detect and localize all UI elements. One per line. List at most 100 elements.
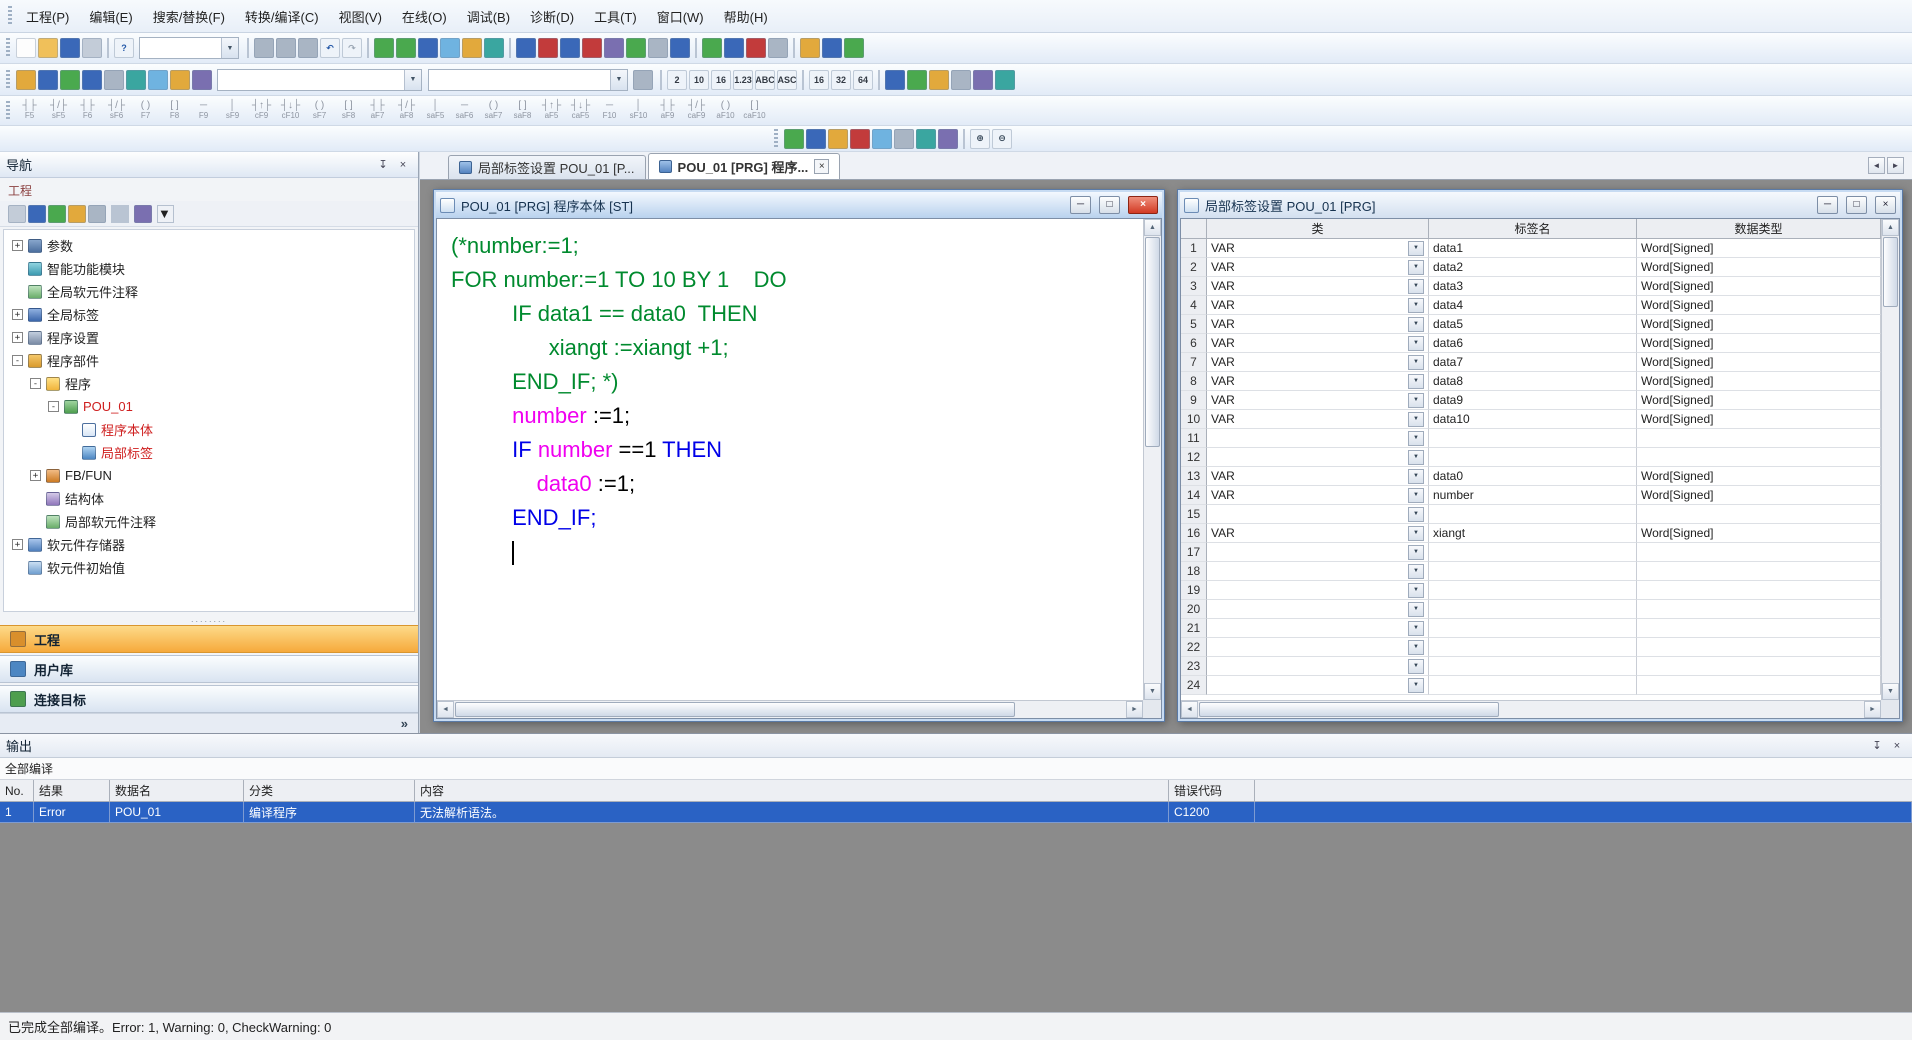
ladder-tool-button[interactable]: │ sF10 xyxy=(625,97,652,124)
ladder-tool-button[interactable]: ┤├ aF9 xyxy=(654,97,681,124)
toolbar-icon[interactable] xyxy=(374,38,394,58)
label-row[interactable]: 3 VAR ▼ data3 Word[Signed] xyxy=(1181,277,1881,296)
label-row[interactable]: 6 VAR ▼ data6 Word[Signed] xyxy=(1181,334,1881,353)
nav-tool-icon[interactable] xyxy=(88,205,106,223)
class-dropdown-button[interactable]: ▼ xyxy=(1408,621,1424,636)
ladder-tool-button[interactable]: ( ) aF10 xyxy=(712,97,739,124)
nav-tool-icon[interactable] xyxy=(48,205,66,223)
label-row[interactable]: 4 VAR ▼ data4 Word[Signed] xyxy=(1181,296,1881,315)
data-type-cell[interactable] xyxy=(1637,600,1881,619)
tab-close-icon[interactable]: × xyxy=(814,159,829,174)
scroll-right-icon[interactable]: ► xyxy=(1126,701,1143,718)
window-title-bar[interactable]: 局部标签设置 POU_01 [PRG] ─ □ × xyxy=(1180,192,1900,218)
tree-item[interactable]: + 程序设置 xyxy=(4,326,414,349)
label-name-cell[interactable]: data3 xyxy=(1429,277,1637,296)
data-type-cell[interactable]: Word[Signed] xyxy=(1637,277,1881,296)
chevron-down-icon[interactable]: ▼ xyxy=(404,70,421,90)
data-type-cell[interactable] xyxy=(1637,619,1881,638)
toolbar-grip[interactable] xyxy=(6,70,10,90)
ladder-tool-button[interactable]: ┤/├ caF9 xyxy=(683,97,710,124)
class-cell[interactable]: ▼ xyxy=(1207,638,1429,657)
ladder-tool-button[interactable]: ┤↑├ aF5 xyxy=(538,97,565,124)
toolbar-icon[interactable] xyxy=(82,70,102,90)
toolbar-icon[interactable] xyxy=(516,38,536,58)
label-name-cell[interactable] xyxy=(1429,562,1637,581)
class-dropdown-button[interactable]: ▼ xyxy=(1408,317,1424,332)
toolbar-icon[interactable] xyxy=(626,38,646,58)
class-dropdown-button[interactable]: ▼ xyxy=(1408,602,1424,617)
display-decimal-button[interactable]: 10 xyxy=(689,70,709,90)
label-name-cell[interactable] xyxy=(1429,429,1637,448)
window-title-bar[interactable]: POU_01 [PRG] 程序本体 [ST] ─ □ × xyxy=(436,192,1162,218)
data-type-cell[interactable]: Word[Signed] xyxy=(1637,372,1881,391)
tree-item[interactable]: - 程序 xyxy=(4,372,414,395)
ladder-tool-button[interactable]: ( ) F7 xyxy=(132,97,159,124)
class-dropdown-button[interactable]: ▼ xyxy=(1408,355,1424,370)
class-cell[interactable]: VAR ▼ xyxy=(1207,372,1429,391)
toolbar-combo[interactable]: ▼ xyxy=(428,69,628,91)
toolbar-combo[interactable]: ▼ xyxy=(217,69,422,91)
class-dropdown-button[interactable]: ▼ xyxy=(1408,279,1424,294)
close-button[interactable]: × xyxy=(1875,196,1896,214)
label-row[interactable]: 23 ▼ xyxy=(1181,657,1881,676)
class-cell[interactable]: ▼ xyxy=(1207,562,1429,581)
data-type-cell[interactable] xyxy=(1637,505,1881,524)
class-dropdown-button[interactable]: ▼ xyxy=(1408,260,1424,275)
toolbar-icon[interactable] xyxy=(170,70,190,90)
ladder-tool-button[interactable]: ┤↓├ cF10 xyxy=(277,97,304,124)
toolbar-combo[interactable]: ▼ xyxy=(139,37,239,59)
save-icon[interactable] xyxy=(60,38,80,58)
class-cell[interactable]: ▼ xyxy=(1207,448,1429,467)
tree-item[interactable]: + 全局标签 xyxy=(4,303,414,326)
scroll-right-icon[interactable]: ► xyxy=(1864,701,1881,718)
tree-item[interactable]: + 参数 xyxy=(4,234,414,257)
toolbar-icon[interactable] xyxy=(582,38,602,58)
grid-horizontal-scrollbar[interactable]: ◄ ► xyxy=(1181,700,1881,718)
class-cell[interactable]: VAR ▼ xyxy=(1207,391,1429,410)
ladder-tool-button[interactable]: │ sF9 xyxy=(219,97,246,124)
class-dropdown-button[interactable]: ▼ xyxy=(1408,374,1424,389)
maximize-button[interactable]: □ xyxy=(1846,196,1867,214)
toolbar-icon[interactable] xyxy=(440,38,460,58)
class-dropdown-button[interactable]: ▼ xyxy=(1408,659,1424,674)
toolbar-icon[interactable] xyxy=(192,70,212,90)
class-dropdown-button[interactable]: ▼ xyxy=(1408,431,1424,446)
ladder-tool-button[interactable]: ─ saF6 xyxy=(451,97,478,124)
label-name-cell[interactable]: data6 xyxy=(1429,334,1637,353)
label-row[interactable]: 9 VAR ▼ data9 Word[Signed] xyxy=(1181,391,1881,410)
nav-tool-icon[interactable] xyxy=(68,205,86,223)
toolbar-icon[interactable] xyxy=(822,38,842,58)
class-cell[interactable]: VAR ▼ xyxy=(1207,486,1429,505)
toolbar-icon[interactable] xyxy=(396,38,416,58)
class-dropdown-button[interactable]: ▼ xyxy=(1408,564,1424,579)
tree-item[interactable]: 全局软元件注释 xyxy=(4,280,414,303)
class-dropdown-button[interactable]: ▼ xyxy=(1408,241,1424,256)
label-name-cell[interactable] xyxy=(1429,676,1637,695)
toolbar-icon[interactable] xyxy=(746,38,766,58)
toolbar-icon[interactable] xyxy=(800,38,820,58)
tree-expander-icon[interactable]: - xyxy=(12,355,23,366)
data-type-cell[interactable]: Word[Signed] xyxy=(1637,334,1881,353)
tree-expander-icon[interactable]: - xyxy=(30,378,41,389)
label-row[interactable]: 8 VAR ▼ data8 Word[Signed] xyxy=(1181,372,1881,391)
toolbar-icon[interactable] xyxy=(648,38,668,58)
data-type-cell[interactable]: Word[Signed] xyxy=(1637,410,1881,429)
scroll-down-icon[interactable]: ▼ xyxy=(1882,683,1899,700)
class-dropdown-button[interactable]: ▼ xyxy=(1408,450,1424,465)
menu-item[interactable]: 在线(O) xyxy=(392,1,457,32)
display-abc-button[interactable]: ABC xyxy=(755,70,775,90)
tree-item[interactable]: 软元件初始值 xyxy=(4,556,414,579)
label-name-cell[interactable] xyxy=(1429,543,1637,562)
data-type-cell[interactable]: Word[Signed] xyxy=(1637,258,1881,277)
class-dropdown-button[interactable]: ▼ xyxy=(1408,640,1424,655)
class-cell[interactable]: VAR ▼ xyxy=(1207,239,1429,258)
toolbar-icon[interactable] xyxy=(462,38,482,58)
tree-item[interactable]: + FB/FUN xyxy=(4,464,414,487)
mdi-tab[interactable]: 局部标签设置 POU_01 [P... × xyxy=(448,155,646,179)
tree-item[interactable]: - 程序部件 xyxy=(4,349,414,372)
label-name-cell[interactable] xyxy=(1429,505,1637,524)
menu-item[interactable]: 工具(T) xyxy=(584,1,647,32)
label-name-cell[interactable]: data0 xyxy=(1429,467,1637,486)
editor-horizontal-scrollbar[interactable]: ◄ ► xyxy=(437,700,1143,718)
tree-expander-icon[interactable]: - xyxy=(48,401,59,412)
